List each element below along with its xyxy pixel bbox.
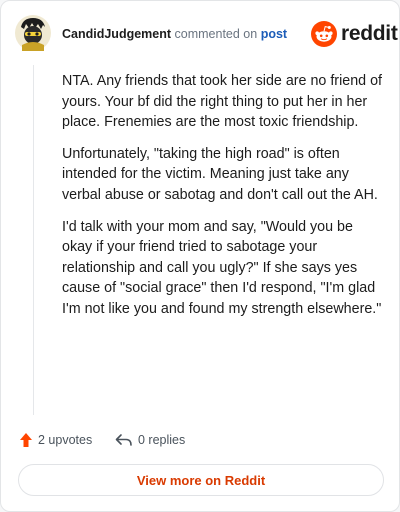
reddit-logo[interactable]: reddit — [311, 21, 398, 47]
reddit-wordmark: reddit — [341, 22, 398, 45]
upvote-arrow-icon — [20, 433, 32, 447]
comment-body: NTA. Any friends that took her side are … — [62, 71, 382, 331]
comment-paragraph: Unfortunately, "taking the high road" is… — [62, 145, 378, 203]
avatar-icon — [15, 15, 51, 51]
comment-paragraph: I'd talk with your mom and say, "Would y… — [62, 218, 382, 317]
reply-button[interactable]: 0 replies — [115, 430, 185, 450]
comment-actions: 2 upvotes 0 replies — [19, 430, 389, 450]
username-link[interactable]: CandidJudgement — [62, 27, 171, 41]
comment-attribution: CandidJudgement commented on post — [62, 27, 287, 41]
action-text: commented on — [174, 27, 258, 41]
user-avatar[interactable] — [15, 15, 51, 51]
thread-line — [33, 65, 34, 415]
reddit-logo-icon — [311, 21, 337, 47]
upvote-button[interactable]: 2 upvotes — [19, 430, 92, 450]
post-link[interactable]: post — [261, 27, 287, 41]
reply-count: 0 replies — [138, 433, 186, 447]
reply-arrow-icon — [115, 434, 132, 446]
comment-paragraph: NTA. Any friends that took her side are … — [62, 73, 382, 131]
comment-header: CandidJudgement commented on post reddit — [1, 1, 399, 65]
upvote-count: 2 upvotes — [38, 433, 93, 447]
view-more-button[interactable]: View more on Reddit — [18, 464, 384, 496]
comment-card: CandidJudgement commented on post reddit… — [0, 0, 400, 512]
